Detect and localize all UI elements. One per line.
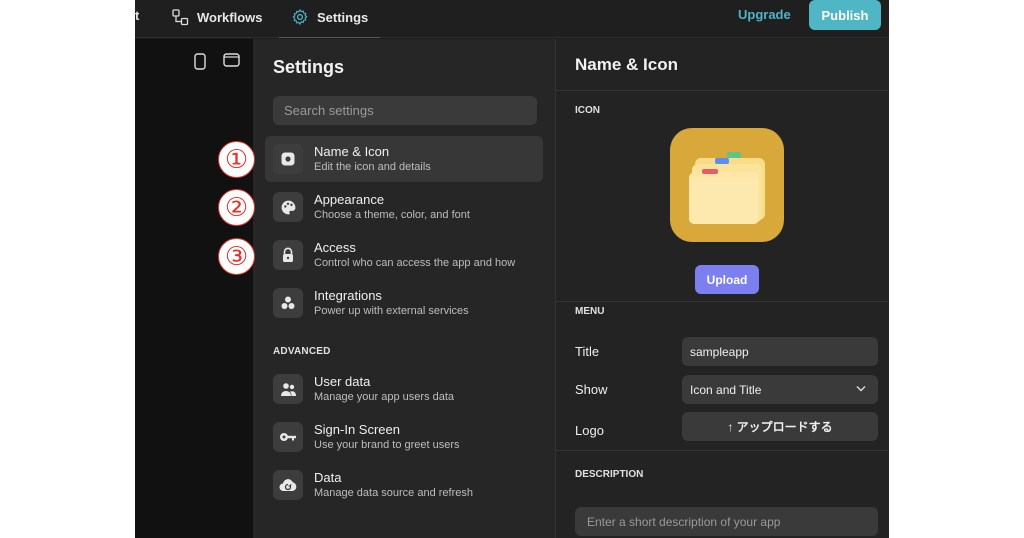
- settings-item-subtitle: Power up with external services: [314, 305, 469, 317]
- upgrade-link[interactable]: Upgrade: [738, 7, 791, 22]
- settings-item-subtitle: Control who can access the app and how: [314, 257, 516, 269]
- settings-item-title: User data: [314, 374, 371, 389]
- tab-settings[interactable]: Settings: [278, 7, 381, 38]
- top-bar: t Workflows Settings Upgrade Publish: [135, 0, 889, 38]
- app-icon: [273, 144, 303, 174]
- key-icon: [273, 422, 303, 452]
- upload-icon-button[interactable]: Upload: [695, 265, 759, 294]
- panel-title: Name & Icon: [575, 55, 678, 74]
- settings-item-title: Appearance: [314, 192, 385, 207]
- phone-icon[interactable]: [194, 53, 206, 70]
- users-icon: [273, 374, 303, 404]
- publish-button[interactable]: Publish: [809, 0, 881, 30]
- settings-panel: Settings Name & Icon Edit the icon and d…: [253, 39, 555, 538]
- name-icon-panel: Name & Icon ICON Upload MENU Title sampl…: [555, 39, 889, 538]
- settings-item-subtitle: Manage data source and refresh: [314, 487, 473, 499]
- description-section-label: DESCRIPTION: [575, 469, 644, 480]
- app-icon-preview[interactable]: [670, 128, 784, 242]
- settings-item-title: Name & Icon: [314, 144, 390, 159]
- divider: [556, 450, 889, 451]
- settings-item-integrations[interactable]: Integrations Power up with external serv…: [265, 280, 543, 326]
- settings-title: Settings: [273, 57, 345, 77]
- menu-section-label: MENU: [575, 306, 605, 317]
- settings-item-title: Sign-In Screen: [314, 422, 400, 437]
- tablet-icon[interactable]: [223, 53, 240, 68]
- settings-item-title: Data: [314, 470, 342, 485]
- divider: [556, 301, 889, 302]
- settings-item-data[interactable]: Data Manage data source and refresh: [265, 462, 543, 508]
- logo-upload-button[interactable]: ↑ アップロードする: [682, 412, 878, 441]
- settings-item-user-data[interactable]: User data Manage your app users data: [265, 366, 543, 412]
- lock-icon: [273, 240, 303, 270]
- settings-item-appearance[interactable]: Appearance Choose a theme, color, and fo…: [265, 184, 543, 230]
- search-settings-input[interactable]: [273, 96, 537, 125]
- divider: [556, 90, 889, 91]
- show-label: Show: [575, 382, 608, 397]
- description-input[interactable]: [575, 507, 878, 536]
- annotation-marker-3: ③: [218, 238, 255, 275]
- settings-item-subtitle: Use your brand to greet users: [314, 439, 460, 451]
- workflows-icon: [172, 8, 189, 25]
- chevron-down-icon: [856, 386, 866, 392]
- annotation-marker-2: ②: [218, 189, 255, 226]
- icon-section-label: ICON: [575, 105, 600, 116]
- settings-item-subtitle: Choose a theme, color, and font: [314, 209, 470, 221]
- truncated-tab-label[interactable]: t: [135, 8, 139, 23]
- palette-icon: [273, 192, 303, 222]
- tab-workflows[interactable]: Workflows: [172, 7, 263, 27]
- settings-item-title: Access: [314, 240, 356, 255]
- gear-icon: [292, 9, 308, 25]
- settings-item-access[interactable]: Access Control who can access the app an…: [265, 232, 543, 278]
- settings-item-title: Integrations: [314, 288, 382, 303]
- tab-workflows-label: Workflows: [197, 9, 263, 25]
- integrations-icon: [273, 288, 303, 318]
- advanced-section-label: ADVANCED: [273, 346, 331, 357]
- annotation-marker-1: ①: [218, 141, 255, 178]
- cloud-icon: [273, 470, 303, 500]
- title-label: Title: [575, 344, 600, 359]
- settings-item-name-icon[interactable]: Name & Icon Edit the icon and details: [265, 136, 543, 182]
- settings-item-subtitle: Edit the icon and details: [314, 161, 431, 173]
- folder-icon: [689, 152, 765, 224]
- settings-item-subtitle: Manage your app users data: [314, 391, 455, 403]
- show-select[interactable]: Icon and Title: [682, 375, 878, 404]
- preview-canvas: [135, 39, 253, 538]
- title-input[interactable]: sampleapp: [682, 337, 878, 366]
- tab-settings-label: Settings: [317, 9, 369, 25]
- logo-label: Logo: [575, 423, 604, 438]
- settings-item-sign-in-screen[interactable]: Sign-In Screen Use your brand to greet u…: [265, 414, 543, 460]
- show-select-value: Icon and Title: [690, 382, 762, 397]
